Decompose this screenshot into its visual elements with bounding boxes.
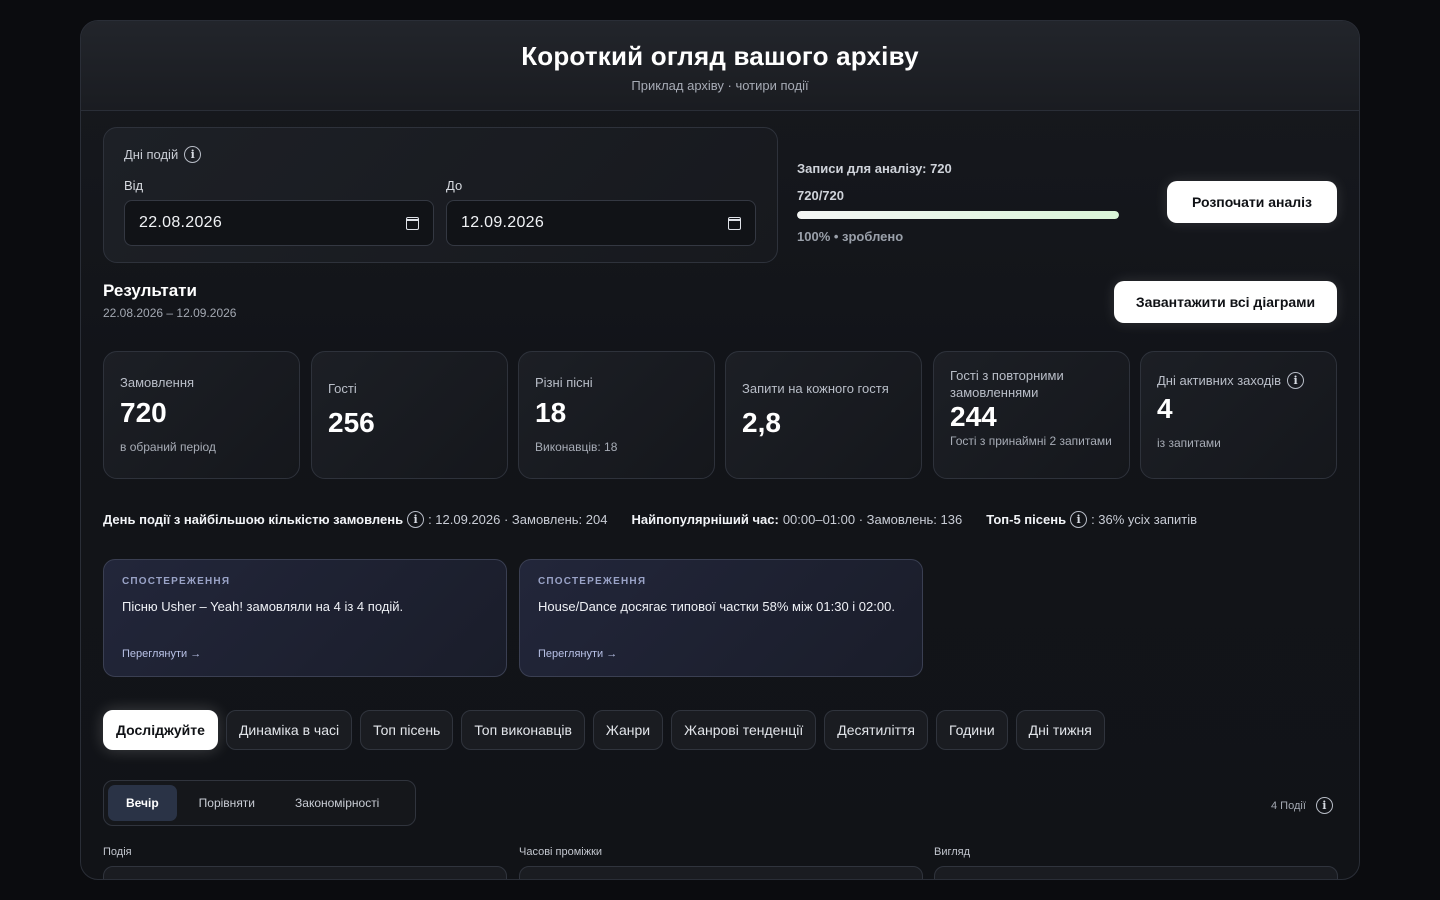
observation-view-link[interactable]: Переглянути → [122,648,201,660]
event-select-label: Подія [103,846,132,858]
calendar-icon[interactable] [728,216,741,230]
download-all-charts-button[interactable]: Завантажити всі діаграми [1114,281,1337,323]
kpi-card-guests: Гості 256 [311,351,508,479]
observation-text: Пісню Usher – Yeah! замовляли на 4 із 4 … [122,599,404,614]
tab-decades[interactable]: Десятиліття [824,710,928,750]
results-title: Результати [103,281,197,300]
peak-hour-value: 00:00–01:00 · Замовлень: 136 [782,512,963,527]
to-date-input[interactable]: 12.09.2026 [446,200,756,246]
app-frame: Короткий огляд вашого архіву Приклад арх… [80,20,1360,880]
event-select[interactable] [103,866,507,879]
event-days-panel: Дні подій i Від 22.08.2026 До 12.09.2026 [103,127,778,263]
view-select[interactable] [934,866,1338,879]
observation-view-link[interactable]: Переглянути → [538,648,617,660]
event-days-label-text: Дні подій [124,147,179,162]
tab-genres[interactable]: Жанри [592,710,664,750]
peak-day-value: : 12.09.2026 · Замовлень: 204 [428,512,608,527]
observation-card[interactable]: СПОСТЕРЕЖЕННЯ House/Dance досягає типово… [519,559,923,677]
page-title: Короткий огляд вашого архіву [521,41,919,71]
to-date-value: 12.09.2026 [461,214,545,231]
kpi-note: із запитами [1157,436,1221,450]
tab-hours[interactable]: Години [935,710,1008,750]
kpi-value: 18 [535,397,567,428]
event-days-label: Дні подій i [124,146,202,163]
records-label: Записи для аналізу: 720 [797,161,952,176]
info-icon[interactable]: i [1315,797,1333,814]
progress-bar [797,211,1119,219]
analysis-progress: Записи для аналізу: 720 720/720 100% • з… [797,161,1119,244]
kpi-label: Гості з повторними замовленнями [950,368,1064,400]
intervals-select-label: Часові проміжки [519,846,603,858]
kpi-value: 244 [950,401,997,432]
kpi-label: Замовлення [120,375,195,390]
info-icon[interactable]: i [1070,511,1088,528]
kpi-label: Гості [328,381,357,396]
view-select-label: Вигляд [934,846,971,858]
kpi-card-songs: Різні пісні 18 Виконавців: 18 [518,351,715,479]
events-count: 4 Події i [1271,797,1333,814]
kpi-value: 256 [328,407,375,438]
tab-weekdays[interactable]: Дні тижня [1015,710,1105,750]
from-date-input[interactable]: 22.08.2026 [124,200,434,246]
peak-hour-fact: Найпопулярніший час: 00:00–01:00 · Замов… [631,512,962,527]
observation-tag: СПОСТЕРЕЖЕННЯ [538,576,647,587]
results-range: 22.08.2026 – 12.09.2026 [103,306,237,320]
observation-card[interactable]: СПОСТЕРЕЖЕННЯ Пісню Usher – Yeah! замовл… [103,559,507,677]
kpi-note: Гості з принаймні 2 запитами [950,434,1112,448]
kpi-card-active-days: Дні активних заходів i 4 із запитами [1140,351,1337,479]
progress-fill [797,211,1119,219]
tab-top-artists[interactable]: Топ виконавців [461,710,585,750]
kpi-card-orders: Замовлення 720 в обраний період [103,351,300,479]
records-count: 720/720 [797,188,844,203]
highlights-row: День події з найбільшою кількістю замовл… [103,511,1197,528]
progress-status: 100% • зроблено [797,229,904,244]
intervals-select[interactable] [519,866,923,879]
kpi-note: Виконавців: 18 [535,440,618,454]
section-tabs: Досліджуйте Динаміка в часі Топ пісень Т… [103,710,1105,750]
info-icon[interactable]: i [184,146,202,163]
calendar-icon[interactable] [406,216,419,230]
kpi-value: 2,8 [742,407,781,438]
observation-text: House/Dance досягає типової частки 58% м… [538,599,895,614]
tab-genre-trends[interactable]: Жанрові тенденції [671,710,817,750]
kpi-card-requests-per-guest: Запити на кожного гостя 2,8 [725,351,922,479]
events-count-text: 4 Події [1271,799,1306,812]
start-analysis-button[interactable]: Розпочати аналіз [1167,181,1337,223]
to-label: До [446,178,463,193]
kpi-label-row: Дні активних заходів i [1157,372,1320,389]
top5-label: Топ-5 пісень [986,512,1067,527]
observation-tag: СПОСТЕРЕЖЕННЯ [122,576,231,587]
kpi-label: Дні активних заходів [1157,373,1282,388]
kpi-card-repeat-guests: Гості з повторними замовленнями 244 Гост… [933,351,1130,479]
peak-day-fact: День події з найбільшою кількістю замовл… [103,511,607,528]
tab-top-songs[interactable]: Топ пісень [360,710,454,750]
peak-hour-label: Найпопулярніший час: [631,512,779,527]
top5-fact: Топ-5 пісень i : 36% усіх запитів [986,511,1197,528]
tab-explore[interactable]: Досліджуйте [103,710,218,750]
segment-evening[interactable]: Вечір [108,785,177,821]
view-mode-segmented: Вечір Порівняти Закономірності [103,780,416,826]
info-icon[interactable]: i [1287,372,1305,389]
top5-value: : 36% усіх запитів [1091,512,1198,527]
kpi-value: 720 [120,397,167,428]
from-label: Від [124,178,144,193]
segment-compare[interactable]: Порівняти [181,785,273,821]
page-header: Короткий огляд вашого архіву Приклад арх… [81,21,1359,111]
kpi-note: в обраний період [120,440,216,454]
segment-patterns[interactable]: Закономірності [277,785,397,821]
page-subtitle: Приклад архіву · чотири події [631,78,809,93]
kpi-label: Різні пісні [535,375,593,390]
info-icon[interactable]: i [407,511,425,528]
from-date-value: 22.08.2026 [139,214,223,231]
kpi-label: Запити на кожного гостя [742,381,889,396]
kpi-value: 4 [1157,393,1173,424]
tab-dynamics[interactable]: Динаміка в часі [225,710,353,750]
peak-day-label: День події з найбільшою кількістю замовл… [103,512,404,527]
